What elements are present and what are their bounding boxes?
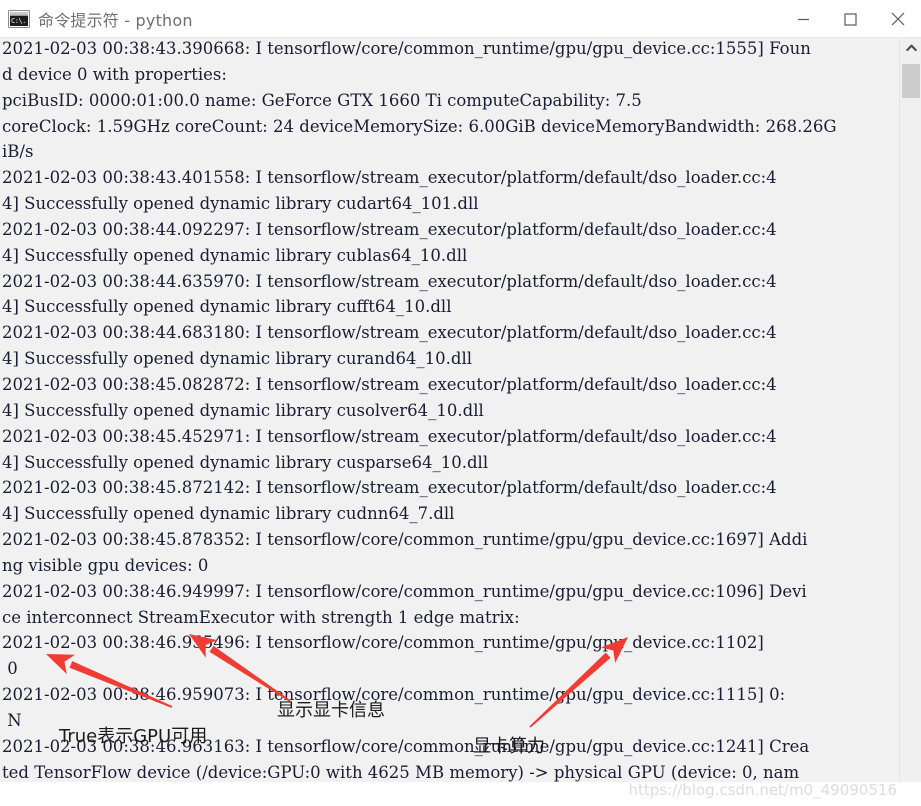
console-line: ted TensorFlow device (/device:GPU:0 wit… bbox=[2, 762, 800, 782]
maximize-button[interactable] bbox=[827, 0, 874, 38]
console-line: 2021-02-03 00:38:43.390668: I tensorflow… bbox=[2, 39, 811, 58]
console-line: iB/s bbox=[2, 142, 34, 162]
console-line: 2021-02-03 00:38:45.082872: I tensorflow… bbox=[2, 374, 777, 394]
console-line: 2021-02-03 00:38:46.959073: I tensorflow… bbox=[2, 685, 786, 705]
console-line: pciBusID: 0000:01:00.0 name: GeForce GTX… bbox=[2, 90, 642, 110]
console-line: 2021-02-03 00:38:44.092297: I tensorflow… bbox=[2, 219, 777, 239]
console-line: 4] Successfully opened dynamic library c… bbox=[2, 349, 473, 369]
console-line: 0 bbox=[2, 659, 18, 679]
window-titlebar[interactable]: 命令提示符 - python bbox=[0, 0, 921, 38]
maximize-icon bbox=[844, 12, 857, 26]
console-line: 4] Successfully opened dynamic library c… bbox=[2, 245, 468, 265]
console-line: 2021-02-03 00:38:46.955496: I tensorflow… bbox=[2, 633, 764, 653]
scroll-up-arrow bbox=[905, 44, 917, 52]
console-output-area[interactable]: 2021-02-03 00:38:43.390668: I tensorflow… bbox=[0, 38, 921, 782]
console-line: 2021-02-03 00:38:44.683180: I tensorflow… bbox=[2, 323, 777, 343]
scrollbar-thumb[interactable] bbox=[902, 64, 920, 98]
console-line: 4] Successfully opened dynamic library c… bbox=[2, 297, 452, 317]
console-line: 2021-02-03 00:38:44.635970: I tensorflow… bbox=[2, 271, 777, 291]
console-line: 2021-02-03 00:38:45.872142: I tensorflow… bbox=[2, 478, 777, 498]
console-line: 4] Successfully opened dynamic library c… bbox=[2, 452, 489, 472]
console-line: 4] Successfully opened dynamic library c… bbox=[2, 504, 455, 524]
console-line: 4] Successfully opened dynamic library c… bbox=[2, 194, 479, 214]
cmd-console-icon bbox=[8, 9, 30, 28]
console-line: d device 0 with properties: bbox=[2, 64, 227, 84]
close-button[interactable] bbox=[874, 0, 921, 38]
console-line: N bbox=[2, 710, 22, 730]
console-line: 2021-02-03 00:38:46.963163: I tensorflow… bbox=[2, 736, 810, 756]
window-title: 命令提示符 - python bbox=[38, 10, 193, 30]
window-bottom-strip bbox=[0, 782, 921, 806]
close-icon bbox=[891, 12, 904, 26]
console-line: ce interconnect StreamExecutor with stre… bbox=[2, 607, 520, 627]
window-controls bbox=[780, 0, 921, 38]
console-scrollbar[interactable] bbox=[899, 38, 921, 806]
console-line: 2021-02-03 00:38:46.949997: I tensorflow… bbox=[2, 581, 807, 601]
console-line: 2021-02-03 00:38:43.401558: I tensorflow… bbox=[2, 168, 777, 188]
console-line: coreClock: 1.59GHz coreCount: 24 deviceM… bbox=[2, 116, 837, 136]
console-line: ng visible gpu devices: 0 bbox=[2, 555, 209, 575]
scroll-up-button[interactable] bbox=[900, 38, 921, 58]
console-text: 2021-02-03 00:38:43.390668: I tensorflow… bbox=[2, 38, 837, 782]
minimize-icon bbox=[798, 18, 809, 20]
console-line: 2021-02-03 00:38:45.878352: I tensorflow… bbox=[2, 530, 808, 550]
console-line: 2021-02-03 00:38:45.452971: I tensorflow… bbox=[2, 426, 777, 446]
minimize-button[interactable] bbox=[780, 0, 827, 38]
console-line: 4] Successfully opened dynamic library c… bbox=[2, 400, 484, 420]
app-root: 命令提示符 - python 2021-02-03 00:38:43.3 bbox=[0, 0, 921, 806]
